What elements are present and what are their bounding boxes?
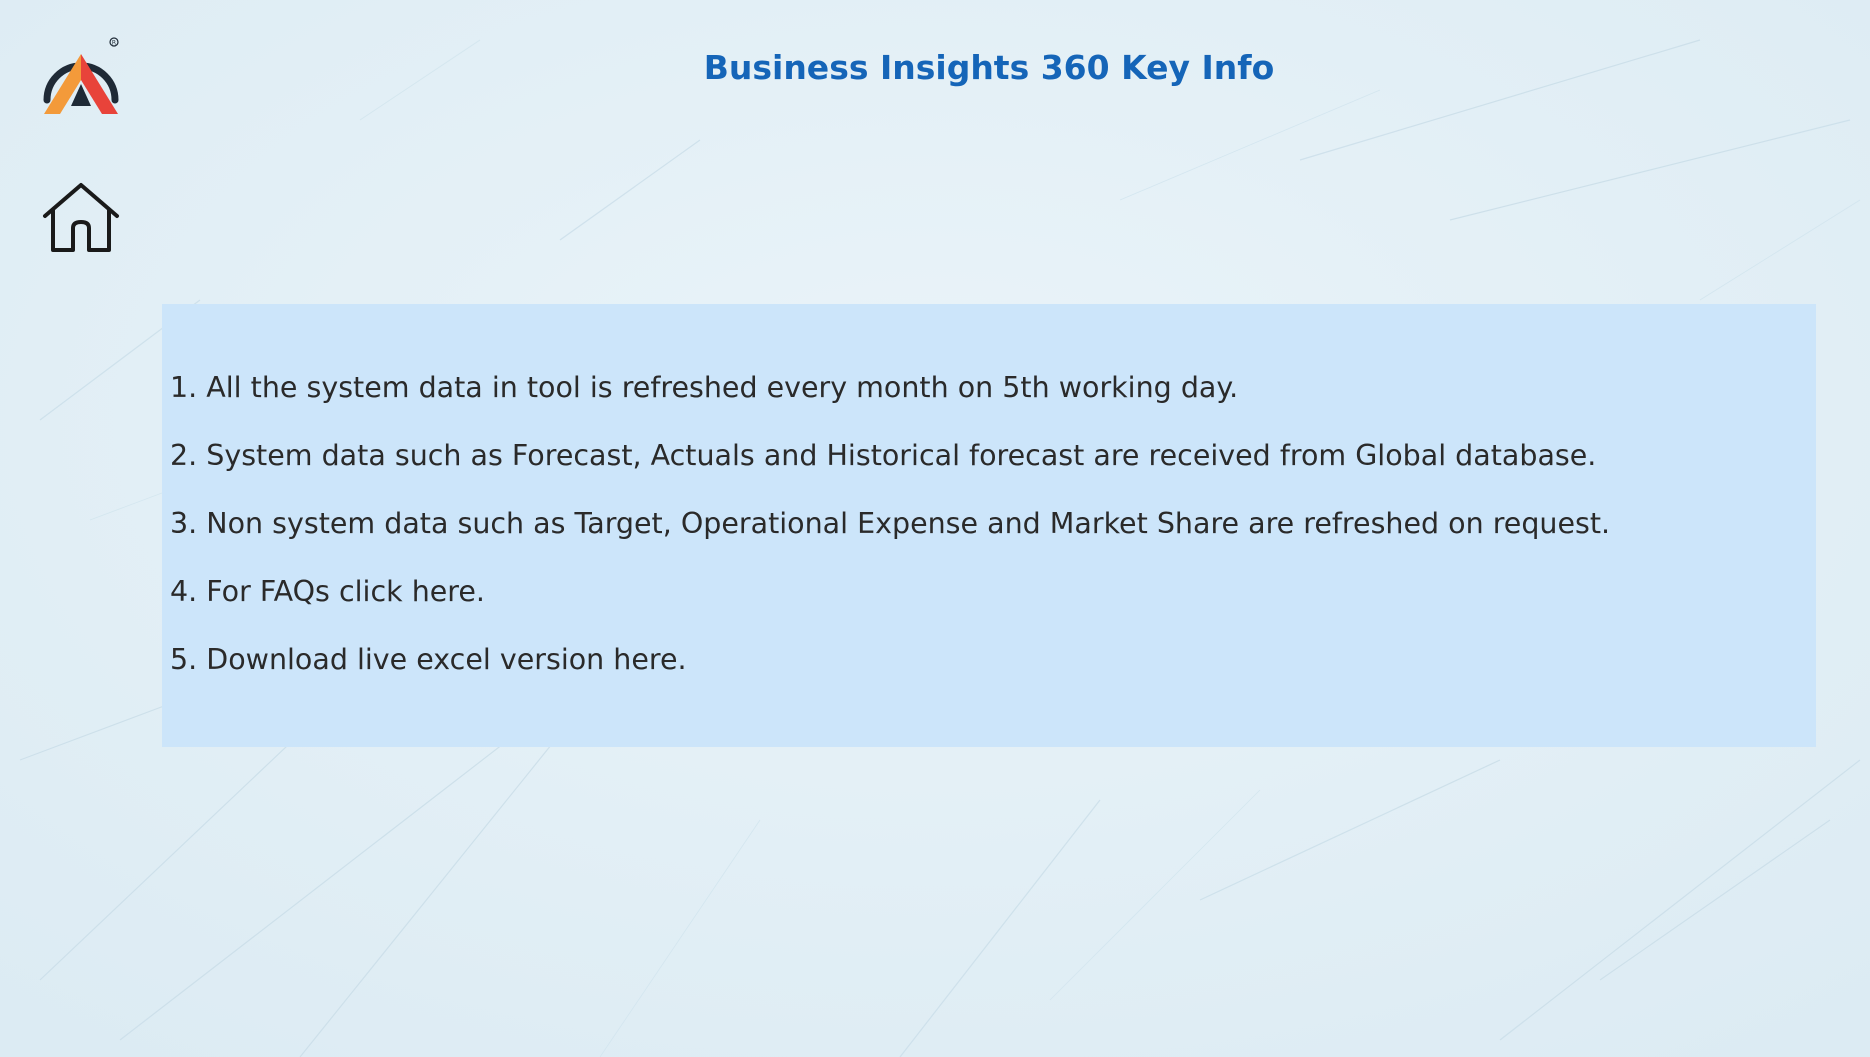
info-item-non-system-data: 3. Non system data such as Target, Opera…	[170, 507, 1611, 540]
page-title: Business Insights 360 Key Info	[703, 48, 1275, 87]
info-item-refresh-schedule: 1. All the system data in tool is refres…	[170, 371, 1239, 404]
info-item-system-data-source: 2. System data such as Forecast, Actuals…	[170, 439, 1597, 472]
home-button[interactable]	[42, 182, 120, 254]
info-item-download-excel-link[interactable]: 5. Download live excel version here.	[170, 640, 1610, 708]
home-icon	[43, 183, 119, 252]
info-item-faqs-link[interactable]: 4. For FAQs click here.	[170, 572, 1610, 640]
svg-text:R: R	[112, 39, 116, 46]
key-info-list: 1. All the system data in tool is refres…	[170, 368, 1610, 708]
key-info-panel: 1. All the system data in tool is refres…	[162, 304, 1816, 747]
